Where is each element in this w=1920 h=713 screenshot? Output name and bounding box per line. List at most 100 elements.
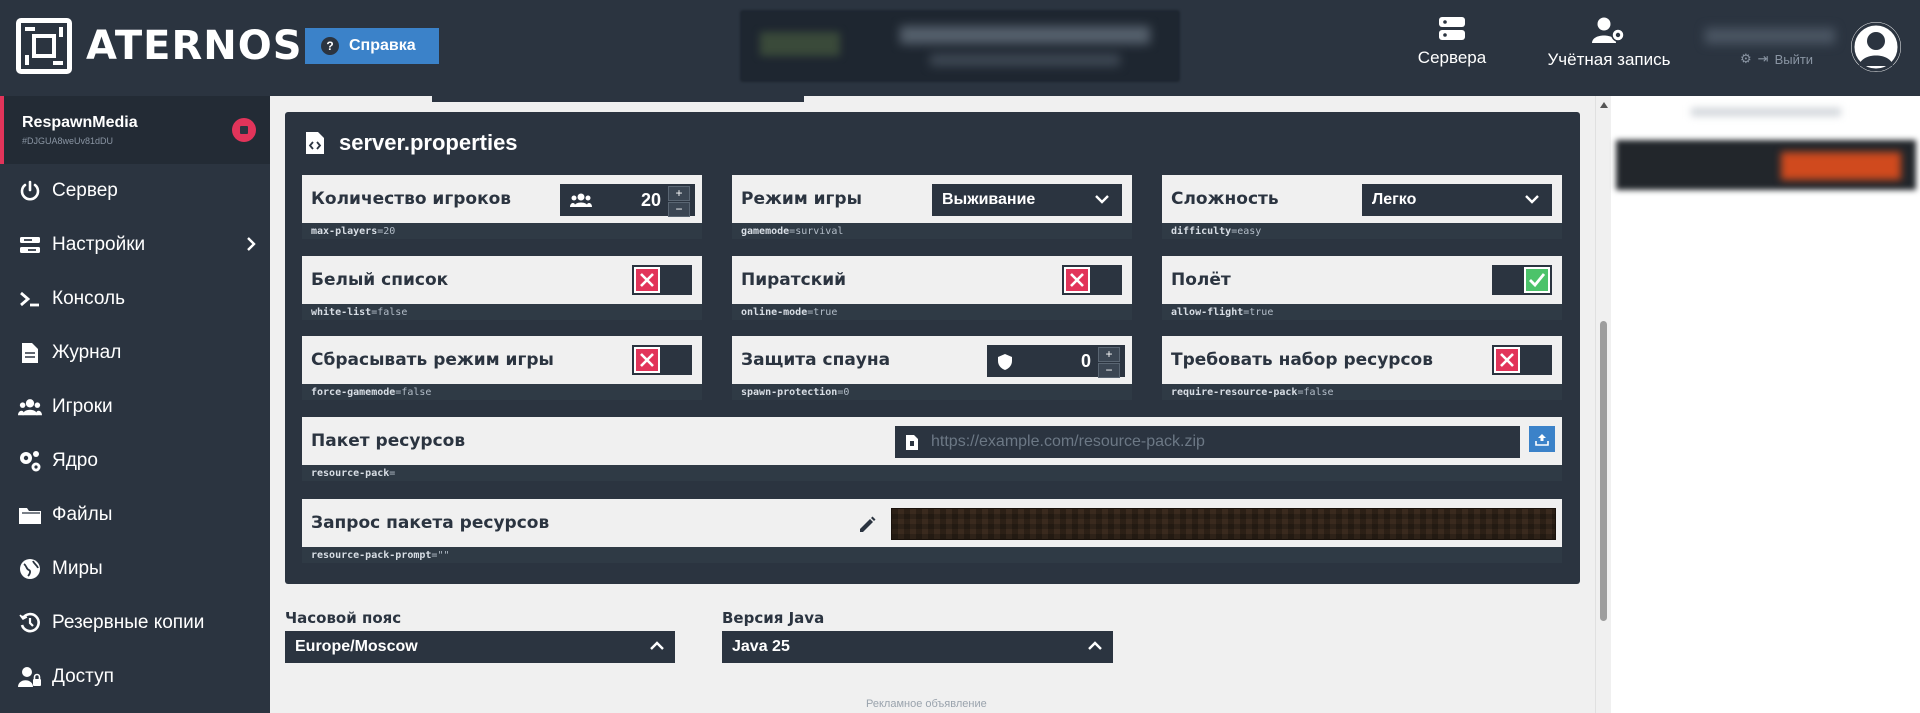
resource-pack-placeholder: https://example.com/resource-pack.zip xyxy=(931,433,1205,450)
username-blurred xyxy=(1705,28,1835,44)
increment-button[interactable]: + xyxy=(1098,347,1120,362)
software-cogs-icon xyxy=(18,449,42,473)
nav-account[interactable]: Учётная запись xyxy=(1540,16,1678,70)
property-label: Количество игроков xyxy=(311,189,512,209)
property-resource-pack-prompt: Запрос пакета ресурсов resource-pack-pro… xyxy=(302,499,1562,563)
property-difficulty: Сложность Легко difficulty=easy xyxy=(1162,175,1562,239)
gamemode-select[interactable]: Выживание xyxy=(932,184,1122,216)
panel-title-text: server.properties xyxy=(339,130,518,155)
server-status-stop-icon[interactable] xyxy=(232,118,256,142)
property-require-resource-pack: Требовать набор ресурсов require-resourc… xyxy=(1162,336,1562,400)
property-key: max-players=20 xyxy=(302,223,702,239)
sidebar-item-access[interactable]: Доступ xyxy=(0,650,270,704)
file-zip-icon xyxy=(906,435,918,450)
timezone-selected: Europe/Moscow xyxy=(295,638,418,655)
help-button[interactable]: ? Справка xyxy=(305,28,439,64)
increment-button[interactable]: + xyxy=(668,186,690,201)
property-key: resource-pack-prompt="" xyxy=(302,547,1562,563)
toggle-off-icon xyxy=(1064,267,1090,293)
property-label: Пакет ресурсов xyxy=(311,431,466,451)
folder-icon xyxy=(18,503,42,527)
java-version-selected: Java 25 xyxy=(732,638,790,655)
chevron-down-icon xyxy=(1095,195,1109,204)
right-ad-column xyxy=(1611,96,1920,713)
logout-link[interactable]: ⚙ ⇥ Выйти xyxy=(1740,51,1813,67)
spawn-protection-stepper[interactable]: 0 + − xyxy=(987,345,1125,378)
resource-pack-prompt-preview[interactable] xyxy=(891,508,1556,540)
avatar[interactable] xyxy=(1851,22,1901,72)
property-force-gamemode: Сбрасывать режим игры force-gamemode=fal… xyxy=(302,336,702,400)
checkmark-icon xyxy=(1524,267,1550,293)
sidebar-item-players[interactable]: Игроки xyxy=(0,380,270,434)
timezone-select[interactable]: Europe/Moscow xyxy=(285,631,675,663)
nav-account-label: Учётная запись xyxy=(1547,50,1671,69)
allow-flight-toggle[interactable] xyxy=(1492,265,1552,295)
online-mode-toggle[interactable] xyxy=(1062,265,1122,295)
max-players-value[interactable]: 20 xyxy=(641,190,661,211)
sidebar-item-console[interactable]: Консоль xyxy=(0,272,270,326)
nav-servers-label: Сервера xyxy=(1417,48,1487,67)
account-settings-icon xyxy=(1592,17,1625,43)
ad-label: Рекламное объявление xyxy=(866,698,987,710)
server-header[interactable]: RespawnMedia #DJGUA8weUv81dDU xyxy=(0,96,270,164)
difficulty-select[interactable]: Легко xyxy=(1362,184,1552,216)
property-key: require-resource-pack=false xyxy=(1162,384,1562,400)
upload-resource-pack-button[interactable] xyxy=(1529,426,1555,452)
history-icon xyxy=(18,611,42,635)
sidebar-item-log[interactable]: Журнал xyxy=(0,326,270,380)
user-lock-icon xyxy=(18,665,42,689)
property-label: Полёт xyxy=(1171,270,1231,290)
property-label: Сложность xyxy=(1171,189,1279,209)
scroll-up-arrow-icon[interactable] xyxy=(1600,102,1608,108)
sidebar: RespawnMedia #DJGUA8weUv81dDU Сервер Нас… xyxy=(0,96,270,713)
sidebar-item-label: Игроки xyxy=(52,396,113,417)
max-players-stepper[interactable]: 20 + − xyxy=(560,184,695,217)
sidebar-item-files[interactable]: Файлы xyxy=(0,488,270,542)
resource-pack-url-input[interactable]: https://example.com/resource-pack.zip xyxy=(895,426,1520,458)
sidebar-item-settings[interactable]: Настройки xyxy=(0,218,270,272)
spawn-protection-value[interactable]: 0 xyxy=(1081,351,1091,372)
sidebar-item-backups[interactable]: Резервные копии xyxy=(0,596,270,650)
property-white-list: Белый список white-list=false xyxy=(302,256,702,320)
sidebar-item-server[interactable]: Сервер xyxy=(0,164,270,218)
property-key: difficulty=easy xyxy=(1162,223,1562,239)
sidebar-ad-button[interactable] xyxy=(1781,152,1901,180)
toggle-off-icon xyxy=(1494,347,1520,373)
users-icon xyxy=(570,193,592,207)
property-spawn-protection: Защита спауна 0 + − spawn-protection=0 xyxy=(732,336,1132,400)
property-allow-flight: Полёт allow-flight=true xyxy=(1162,256,1562,320)
chevron-right-icon xyxy=(247,237,256,251)
nav-servers[interactable]: Сервера xyxy=(1405,16,1499,68)
aternos-logo[interactable]: ATERNOS xyxy=(16,18,303,74)
property-label: Защита спауна xyxy=(741,350,891,370)
upload-icon xyxy=(1535,434,1549,446)
sidebar-item-worlds[interactable]: Миры xyxy=(0,542,270,596)
gamemode-selected: Выживание xyxy=(942,191,1036,208)
gear-icon[interactable]: ⚙ xyxy=(1740,51,1752,67)
sidebar-menu: Сервер Настройки Консоль Журнал Игроки Я… xyxy=(0,164,270,704)
ad-caption-blurred xyxy=(1691,108,1841,116)
decrement-button[interactable]: − xyxy=(1098,363,1120,378)
scrollbar-thumb[interactable] xyxy=(1600,321,1607,621)
sidebar-item-label: Сервер xyxy=(52,180,118,201)
server-properties-panel: server.properties Количество игроков 20 … xyxy=(285,112,1580,584)
question-icon: ? xyxy=(321,37,339,55)
globe-icon xyxy=(18,557,42,581)
header-ad-banner[interactable] xyxy=(740,10,1180,82)
page-scrollbar[interactable] xyxy=(1595,96,1611,713)
require-resource-pack-toggle[interactable] xyxy=(1492,345,1552,375)
property-max-players: Количество игроков 20 + − max-players=20 xyxy=(302,175,702,239)
force-gamemode-toggle[interactable] xyxy=(632,345,692,375)
sidebar-item-software[interactable]: Ядро xyxy=(0,434,270,488)
property-key: white-list=false xyxy=(302,304,702,320)
decrement-button[interactable]: − xyxy=(668,202,690,217)
pencil-icon[interactable] xyxy=(857,515,877,535)
servers-icon xyxy=(1439,17,1465,40)
power-icon xyxy=(18,179,42,203)
help-label: Справка xyxy=(349,37,416,54)
property-key: force-gamemode=false xyxy=(302,384,702,400)
settings-sliders-icon xyxy=(18,233,42,257)
java-version-select[interactable]: Java 25 xyxy=(722,631,1113,663)
white-list-toggle[interactable] xyxy=(632,265,692,295)
top-bar: ATERNOS ? Справка Сервера Учётная запись… xyxy=(0,0,1920,96)
